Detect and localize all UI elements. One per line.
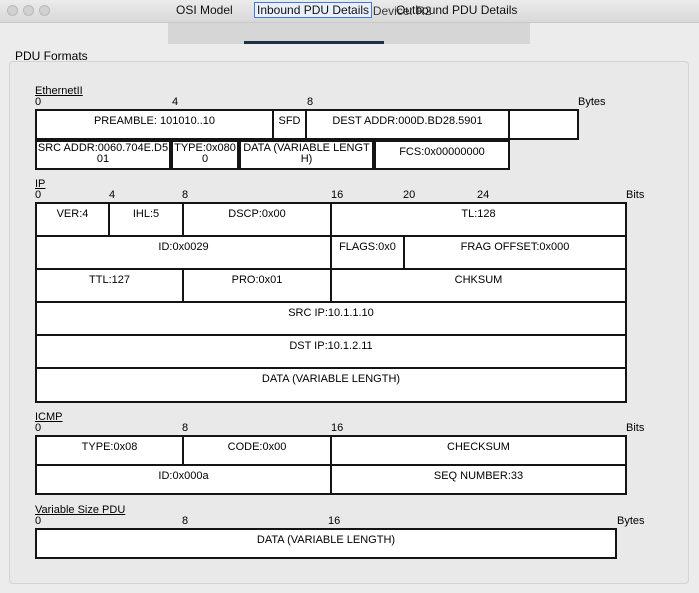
ip-data-field: DATA (VARIABLE LENGTH) — [35, 367, 627, 403]
icmp-scale-0: 0 — [35, 422, 42, 434]
icmp-type-field: TYPE:0x08 — [35, 435, 184, 466]
variable-pdu-data-field: DATA (VARIABLE LENGTH) — [35, 528, 617, 559]
ip-scale-8: 8 — [182, 189, 189, 201]
eth-src-addr-field: SRC ADDR:0060.704E.D501 — [35, 140, 171, 170]
icmp-checksum-field: CHECKSUM — [330, 435, 627, 466]
ip-pro-field: PRO:0x01 — [182, 268, 332, 303]
active-tab-indicator — [244, 41, 384, 44]
variable-pdu-unit: Bytes — [617, 515, 645, 527]
ip-dst-ip-field: DST IP:10.1.2.11 — [35, 334, 627, 369]
ip-frag-offset-field: FRAG OFFSET:0x000 — [403, 235, 627, 270]
variable-pdu-scale-8: 8 — [182, 515, 189, 527]
ip-scale-24: 24 — [477, 189, 490, 201]
ip-ttl-field: TTL:127 — [35, 268, 184, 303]
variable-pdu-scale-16: 16 — [328, 515, 341, 527]
ip-chksum-field: CHKSUM — [330, 268, 627, 303]
eth-sfd-field: SFD — [272, 109, 307, 140]
icmp-scale-8: 8 — [182, 422, 189, 434]
icmp-code-field: CODE:0x00 — [182, 435, 332, 466]
ethernet-scale-8: 8 — [307, 96, 314, 108]
eth-preamble-field: PREAMBLE: 101010..10 — [35, 109, 274, 140]
icmp-scale-16: 16 — [331, 422, 344, 434]
ethernet-scale-4: 4 — [172, 96, 179, 108]
ethernet-scale-0: 0 — [35, 96, 42, 108]
ip-scale-0: 0 — [35, 189, 42, 201]
ethernet-unit: Bytes — [578, 96, 606, 108]
eth-dest-addr-field: DEST ADDR:000D.BD28.5901 — [305, 109, 510, 140]
ip-dscp-field: DSCP:0x00 — [182, 202, 332, 237]
icmp-id-field: ID:0x000a — [35, 464, 332, 495]
variable-pdu-scale-0: 0 — [35, 515, 42, 527]
eth-data-field: DATA (VARIABLE LENGTH) — [239, 140, 374, 170]
eth-empty-field — [508, 109, 579, 140]
variable-pdu-title: Variable Size PDU — [35, 504, 126, 516]
ip-scale-16: 16 — [331, 189, 344, 201]
ip-flags-field: FLAGS:0x0 — [330, 235, 405, 270]
ip-ver-field: VER:4 — [35, 202, 110, 237]
ip-scale-20: 20 — [403, 189, 416, 201]
ip-tl-field: TL:128 — [330, 202, 627, 237]
tab-osi-model[interactable]: OSI Model — [176, 3, 233, 17]
icmp-seq-number-field: SEQ NUMBER:33 — [330, 464, 627, 495]
ip-unit: Bits — [626, 189, 645, 201]
ip-scale-4: 4 — [109, 189, 116, 201]
tab-outbound-pdu-details[interactable]: Outbound PDU Details — [396, 3, 517, 17]
eth-fcs-field: FCS:0x00000000 — [374, 140, 510, 170]
tab-inbound-pdu-details[interactable]: Inbound PDU Details — [254, 2, 373, 18]
icmp-unit: Bits — [626, 422, 645, 434]
ethernet-title: EthernetII — [35, 85, 83, 97]
ip-id-field: ID:0x0029 — [35, 235, 332, 270]
eth-type-field: TYPE:0x0800 — [171, 140, 239, 170]
ip-src-ip-field: SRC IP:10.1.1.10 — [35, 301, 627, 336]
ip-ihl-field: IHL:5 — [108, 202, 184, 237]
